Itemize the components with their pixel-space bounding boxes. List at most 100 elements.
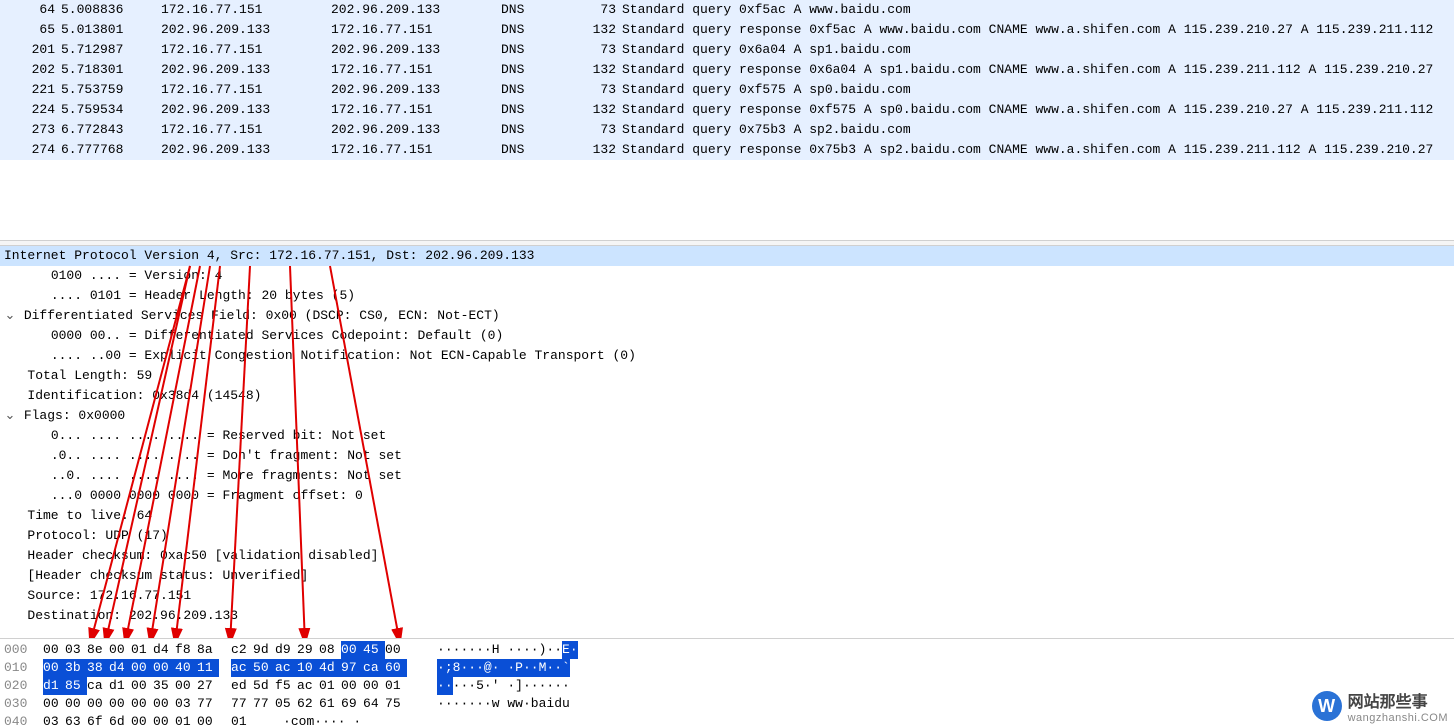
detail-line[interactable]: Destination: 202.96.209.133 bbox=[0, 606, 1454, 626]
hex-byte[interactable]: 05 bbox=[275, 695, 297, 713]
hex-byte[interactable]: 60 bbox=[385, 659, 407, 677]
hex-byte[interactable]: 03 bbox=[65, 641, 87, 659]
detail-line[interactable]: 0... .... .... .... = Reserved bit: Not … bbox=[0, 426, 1454, 446]
hex-byte[interactable]: 50 bbox=[253, 659, 275, 677]
detail-line[interactable]: 0100 .... = Version: 4 bbox=[0, 266, 1454, 286]
hex-byte[interactable]: ac bbox=[275, 659, 297, 677]
packet-row[interactable]: 2746.777768202.96.209.133172.16.77.151DN… bbox=[0, 140, 1454, 160]
hex-byte[interactable]: 08 bbox=[319, 641, 341, 659]
detail-line[interactable]: Protocol: UDP (17) bbox=[0, 526, 1454, 546]
detail-line[interactable]: ...0 0000 0000 0000 = Fragment offset: 0 bbox=[0, 486, 1454, 506]
hex-byte[interactable]: 01 bbox=[231, 713, 253, 728]
hex-byte[interactable]: 10 bbox=[297, 659, 319, 677]
hex-byte[interactable]: 01 bbox=[131, 641, 153, 659]
hex-byte[interactable]: 00 bbox=[87, 695, 109, 713]
hex-byte[interactable]: 00 bbox=[385, 641, 407, 659]
hex-byte[interactable]: 29 bbox=[297, 641, 319, 659]
hex-byte[interactable]: 01 bbox=[385, 677, 407, 695]
hex-byte[interactable]: 75 bbox=[385, 695, 407, 713]
hex-byte[interactable]: 00 bbox=[341, 641, 363, 659]
hex-byte[interactable]: 38 bbox=[87, 659, 109, 677]
packet-detail-pane[interactable]: Internet Protocol Version 4, Src: 172.16… bbox=[0, 246, 1454, 638]
hex-byte[interactable]: 27 bbox=[197, 677, 219, 695]
hex-byte[interactable]: 69 bbox=[341, 695, 363, 713]
hex-byte[interactable]: ca bbox=[363, 659, 385, 677]
hex-byte[interactable]: 03 bbox=[175, 695, 197, 713]
hex-byte[interactable]: 00 bbox=[131, 713, 153, 728]
hex-byte[interactable]: d4 bbox=[153, 641, 175, 659]
hex-byte[interactable]: 00 bbox=[43, 695, 65, 713]
hex-row[interactable]: 000 00038e0001d4f88ac29dd92908004500····… bbox=[0, 641, 1454, 659]
packet-list-pane[interactable]: 645.008836172.16.77.151202.96.209.133DNS… bbox=[0, 0, 1454, 160]
packet-row[interactable]: 2736.772843172.16.77.151202.96.209.133DN… bbox=[0, 120, 1454, 140]
detail-line[interactable]: Header checksum: 0xac50 [validation disa… bbox=[0, 546, 1454, 566]
hex-byte[interactable]: 00 bbox=[65, 695, 87, 713]
hex-byte[interactable]: 45 bbox=[363, 641, 385, 659]
packet-row[interactable]: 2245.759534202.96.209.133172.16.77.151DN… bbox=[0, 100, 1454, 120]
packet-row[interactable]: 2025.718301202.96.209.133172.16.77.151DN… bbox=[0, 60, 1454, 80]
hex-byte[interactable]: d9 bbox=[275, 641, 297, 659]
hex-byte[interactable]: 00 bbox=[43, 659, 65, 677]
hex-row[interactable]: 040 03636f6d0000010001·com···· · bbox=[0, 713, 1454, 728]
hex-byte[interactable]: 6f bbox=[87, 713, 109, 728]
ipv4-header-line[interactable]: Internet Protocol Version 4, Src: 172.16… bbox=[0, 246, 1454, 266]
hex-byte[interactable]: 61 bbox=[319, 695, 341, 713]
expand-toggle[interactable]: ⌄ bbox=[4, 406, 16, 426]
detail-line[interactable]: .... ..00 = Explicit Congestion Notifica… bbox=[0, 346, 1454, 366]
packet-row[interactable]: 655.013801202.96.209.133172.16.77.151DNS… bbox=[0, 20, 1454, 40]
hex-byte[interactable]: 77 bbox=[197, 695, 219, 713]
hex-byte[interactable]: 85 bbox=[65, 677, 87, 695]
hex-byte[interactable]: d1 bbox=[109, 677, 131, 695]
hex-byte[interactable]: 00 bbox=[341, 677, 363, 695]
packet-row[interactable]: 2215.753759172.16.77.151202.96.209.133DN… bbox=[0, 80, 1454, 100]
detail-line[interactable]: .... 0101 = Header Length: 20 bytes (5) bbox=[0, 286, 1454, 306]
hex-byte[interactable]: 00 bbox=[131, 659, 153, 677]
hex-byte[interactable]: 6d bbox=[109, 713, 131, 728]
detail-line[interactable]: ⌄ Differentiated Services Field: 0x00 (D… bbox=[0, 306, 1454, 326]
detail-line[interactable]: Total Length: 59 bbox=[0, 366, 1454, 386]
hex-byte[interactable]: d4 bbox=[109, 659, 131, 677]
detail-line[interactable]: 0000 00.. = Differentiated Services Code… bbox=[0, 326, 1454, 346]
hex-byte[interactable]: 00 bbox=[153, 695, 175, 713]
hex-byte[interactable]: 8e bbox=[87, 641, 109, 659]
hex-row[interactable]: 030 00000000000003777777056261696475····… bbox=[0, 695, 1454, 713]
hex-byte[interactable]: c2 bbox=[231, 641, 253, 659]
hex-byte[interactable]: 3b bbox=[65, 659, 87, 677]
hex-byte[interactable]: 00 bbox=[363, 677, 385, 695]
hex-byte[interactable]: ac bbox=[297, 677, 319, 695]
detail-line[interactable]: Time to live: 64 bbox=[0, 506, 1454, 526]
hex-byte[interactable]: 00 bbox=[43, 641, 65, 659]
hex-byte[interactable]: ca bbox=[87, 677, 109, 695]
hex-byte[interactable]: 4d bbox=[319, 659, 341, 677]
hex-byte[interactable]: 77 bbox=[231, 695, 253, 713]
expand-toggle[interactable]: ⌄ bbox=[4, 306, 16, 326]
hex-byte[interactable]: 00 bbox=[131, 677, 153, 695]
hex-byte[interactable]: 8a bbox=[197, 641, 219, 659]
hex-byte[interactable]: 9d bbox=[253, 641, 275, 659]
hex-byte[interactable]: ed bbox=[231, 677, 253, 695]
packet-row[interactable]: 2015.712987172.16.77.151202.96.209.133DN… bbox=[0, 40, 1454, 60]
hex-byte[interactable]: f5 bbox=[275, 677, 297, 695]
hex-byte[interactable]: 11 bbox=[197, 659, 219, 677]
hex-byte[interactable]: 03 bbox=[43, 713, 65, 728]
hex-byte[interactable]: 35 bbox=[153, 677, 175, 695]
hex-byte[interactable]: 77 bbox=[253, 695, 275, 713]
detail-line[interactable]: Identification: 0x38d4 (14548) bbox=[0, 386, 1454, 406]
detail-line[interactable]: .0.. .... .... .... = Don't fragment: No… bbox=[0, 446, 1454, 466]
detail-line[interactable]: Source: 172.16.77.151 bbox=[0, 586, 1454, 606]
hex-byte[interactable]: f8 bbox=[175, 641, 197, 659]
detail-line[interactable]: [Header checksum status: Unverified] bbox=[0, 566, 1454, 586]
hex-byte[interactable]: 62 bbox=[297, 695, 319, 713]
hex-byte[interactable]: d1 bbox=[43, 677, 65, 695]
hex-byte[interactable]: 01 bbox=[175, 713, 197, 728]
hex-byte[interactable]: 00 bbox=[153, 659, 175, 677]
detail-line[interactable]: ..0. .... .... .... = More fragments: No… bbox=[0, 466, 1454, 486]
hex-dump-pane[interactable]: 000 00038e0001d4f88ac29dd92908004500····… bbox=[0, 638, 1454, 728]
hex-byte[interactable]: 00 bbox=[109, 695, 131, 713]
hex-byte[interactable]: ac bbox=[231, 659, 253, 677]
hex-byte[interactable]: 63 bbox=[65, 713, 87, 728]
hex-row[interactable]: 010 003b38d400004011ac50ac104d97ca60·;8·… bbox=[0, 659, 1454, 677]
hex-byte[interactable]: 00 bbox=[153, 713, 175, 728]
hex-byte[interactable]: 00 bbox=[197, 713, 219, 728]
hex-byte[interactable]: 00 bbox=[131, 695, 153, 713]
